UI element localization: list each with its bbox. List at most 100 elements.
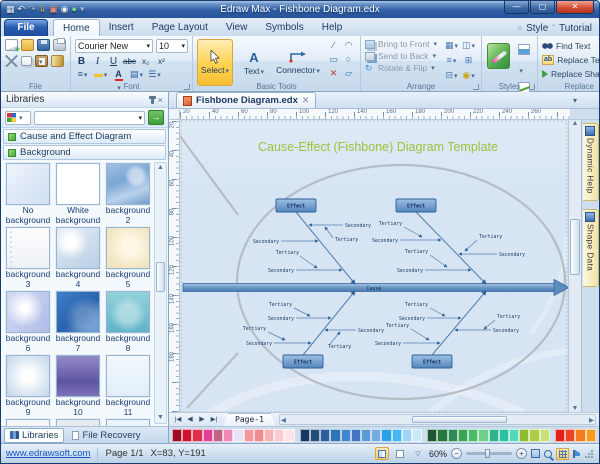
tab-symbols[interactable]: Symbols — [256, 19, 312, 36]
tertiary-branch[interactable] — [429, 254, 448, 268]
save-all-icon[interactable]: ▣ — [49, 4, 58, 15]
drawing-canvas[interactable]: Cause-Effect (Fishbone) Diagram Template… — [180, 120, 568, 412]
open-file-icon[interactable] — [21, 39, 34, 51]
palette-swatch[interactable] — [253, 428, 264, 442]
open-library-button[interactable]: → — [148, 110, 164, 125]
line-spacing-icon[interactable]: ≡ — [75, 68, 90, 81]
crop-tool-icon[interactable]: ▱ — [341, 67, 356, 81]
print-icon[interactable] — [53, 38, 66, 51]
bring-to-front-button[interactable]: Bring to Front — [365, 39, 437, 49]
tertiary-branch[interactable] — [293, 307, 311, 317]
tertiary-label[interactable]: Tertiary — [243, 326, 266, 332]
palette-swatch[interactable] — [172, 428, 183, 442]
tab-file-recovery[interactable]: File Recovery — [67, 429, 145, 442]
minimize-button[interactable]: — — [504, 1, 529, 14]
secondary-label[interactable]: Secondary — [345, 223, 371, 229]
paste-icon[interactable] — [35, 55, 48, 67]
section-background[interactable]: Background — [3, 145, 166, 160]
strikethrough-button[interactable]: abc — [123, 55, 136, 68]
redo-icon[interactable]: ↷ — [28, 4, 36, 15]
connector-tool-button[interactable]: Connector — [275, 39, 321, 86]
fish-tail-outline[interactable] — [180, 135, 239, 409]
send-to-back-button[interactable]: Send to Back — [365, 51, 437, 61]
copy-icon[interactable] — [21, 56, 32, 66]
grid-toggle-button[interactable] — [556, 447, 569, 460]
export-icon[interactable]: ⇓ — [39, 4, 47, 15]
background-thumbnail[interactable] — [5, 226, 51, 270]
tab-help[interactable]: Help — [313, 19, 352, 36]
scroll-up-icon[interactable]: ▲ — [569, 120, 581, 127]
replace-shape-button[interactable]: Replace Shape — [542, 67, 599, 81]
section-cause-effect-diagram[interactable]: Cause and Effect Diagram — [3, 129, 166, 144]
tertiary-branch[interactable] — [464, 239, 478, 252]
ellipse-tool-icon[interactable]: ○ — [341, 53, 356, 67]
sidebar-scrollbar[interactable]: ▲ ▼ — [154, 162, 167, 424]
tertiary-label[interactable]: Tertiary — [497, 314, 520, 320]
background-thumbnail[interactable] — [5, 290, 51, 334]
palette-swatch[interactable] — [182, 428, 193, 442]
background-thumbnail[interactable] — [55, 418, 101, 426]
fit-page-icon[interactable] — [531, 449, 540, 458]
italic-button[interactable]: I — [91, 55, 104, 68]
palette-swatch[interactable] — [575, 428, 586, 442]
text-tool-button[interactable]: A Text — [236, 39, 272, 86]
palette-swatch[interactable] — [233, 428, 244, 442]
background-thumbnail[interactable] — [55, 226, 101, 270]
palette-swatch[interactable] — [478, 428, 489, 442]
background-thumbnail[interactable] — [5, 354, 51, 398]
palette-swatch[interactable] — [519, 428, 530, 442]
format-painter-icon[interactable] — [51, 55, 64, 67]
customize-toolbar-icon[interactable]: ▾ — [80, 4, 85, 15]
palette-swatch[interactable] — [585, 428, 596, 442]
app-icon[interactable]: ▦ — [6, 4, 15, 15]
secondary-label[interactable]: Secondary — [375, 341, 401, 347]
palette-swatch[interactable] — [412, 428, 423, 442]
palette-swatch[interactable] — [381, 428, 392, 442]
background-thumbnail[interactable] — [5, 162, 51, 206]
scroll-right-icon[interactable]: ▶ — [589, 416, 594, 424]
scrollbar-thumb[interactable] — [412, 416, 507, 423]
palette-swatch[interactable] — [223, 428, 234, 442]
font-color-icon[interactable]: A — [111, 68, 126, 81]
palette-swatch[interactable] — [565, 428, 576, 442]
palette-swatch[interactable] — [243, 428, 254, 442]
group-shapes-icon[interactable]: ▦ — [443, 39, 460, 54]
tab-view[interactable]: View — [217, 19, 257, 36]
replace-text-button[interactable]: abReplace Text — [542, 53, 599, 67]
secondary-label[interactable]: Secondary — [268, 316, 294, 322]
palette-swatch[interactable] — [437, 428, 448, 442]
tab-shape-data[interactable]: Shape Data — [582, 209, 599, 287]
line-tool-icon[interactable]: ∕ — [326, 39, 341, 53]
tertiary-label[interactable]: Tertiary — [335, 237, 358, 243]
distribute-icon[interactable]: ≡ — [443, 54, 460, 69]
palette-swatch[interactable] — [299, 428, 310, 442]
delete-tool-icon[interactable]: ✕ — [326, 67, 341, 81]
last-page-button[interactable]: ▶| — [208, 414, 220, 426]
palette-swatch[interactable] — [539, 428, 550, 442]
tertiary-branch[interactable] — [483, 319, 496, 330]
scroll-up-icon[interactable]: ▲ — [155, 163, 166, 173]
tertiary-branch[interactable] — [329, 331, 341, 345]
cause-label[interactable]: Cause — [366, 286, 381, 292]
secondary-label[interactable]: Secondary — [253, 239, 279, 245]
palette-swatch[interactable] — [350, 428, 361, 442]
palette-swatch[interactable] — [263, 428, 275, 442]
background-thumbnail[interactable] — [55, 354, 101, 398]
tab-list-icon[interactable]: ▾ — [573, 96, 577, 105]
close-document-icon[interactable]: ✕ — [302, 95, 310, 106]
background-thumbnail[interactable] — [105, 290, 151, 334]
background-thumbnail[interactable] — [5, 418, 51, 426]
palette-swatch[interactable] — [509, 428, 520, 442]
select-tool-button[interactable]: Select — [197, 39, 233, 86]
palette-swatch[interactable] — [202, 428, 213, 442]
secondary-label[interactable]: Secondary — [399, 316, 425, 322]
palette-swatch[interactable] — [330, 428, 341, 442]
cut-icon[interactable] — [5, 55, 18, 67]
highlight-color-icon[interactable] — [93, 68, 108, 81]
background-thumbnail[interactable] — [55, 162, 101, 206]
resize-grip[interactable] — [584, 448, 594, 459]
main-bone[interactable] — [295, 211, 356, 285]
background-thumbnail[interactable] — [105, 418, 151, 426]
horizontal-scrollbar[interactable]: ◀ ▶ — [278, 414, 596, 425]
view-options-button[interactable]: ▽ — [411, 447, 425, 460]
